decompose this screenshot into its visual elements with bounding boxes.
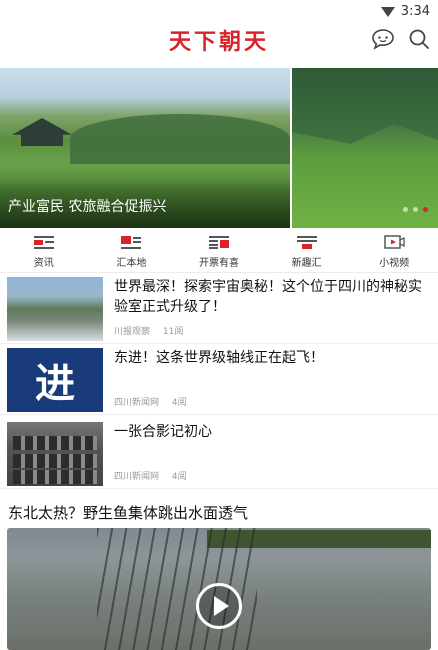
video-title[interactable]: 东北太热？野生鱼集体跳出水面透气: [8, 502, 248, 523]
nav-item-video[interactable]: 小视频: [350, 229, 438, 272]
banner-slide-next[interactable]: [292, 68, 438, 228]
wifi-icon: [380, 7, 395, 17]
video-player[interactable]: [7, 528, 431, 650]
app-header: 天下朝天: [0, 22, 438, 68]
status-bar: 3:34: [0, 0, 438, 22]
article-source: 四川新闻网: [114, 398, 160, 408]
nav-item-news[interactable]: 资讯: [0, 229, 88, 272]
article-views: 11阅: [162, 327, 184, 337]
article-item[interactable]: 进 东进！这条世界级轴线正在起飞！ 四川新闻网 4阅: [0, 345, 438, 415]
nav-label: 汇本地: [116, 258, 147, 269]
banner-forest-image: [292, 68, 438, 144]
article-source: 四川新闻网: [114, 472, 160, 482]
article-views: 4阅: [171, 398, 187, 408]
chat-bubble-icon[interactable]: [370, 26, 396, 52]
article-item[interactable]: 世界最深！探索宇宙奥秘！这个位于四川的神秘实验室正式升级了！ 川报观察 11阅: [0, 274, 438, 344]
banner-pavilion-image: [12, 118, 72, 146]
article-meta: 四川新闻网 4阅: [114, 395, 197, 408]
banner-slide-current[interactable]: 产业富民 农旅融合促振兴: [0, 68, 290, 228]
article-title: 东进！这条世界级轴线正在起飞！: [114, 350, 324, 366]
article-title: 世界最深！探索宇宙奥秘！这个位于四川的神秘实验室正式升级了！: [114, 279, 422, 315]
carousel-dot: [413, 207, 418, 212]
banner-hill-image: [70, 114, 290, 164]
news-icon: [33, 235, 55, 250]
search-icon[interactable]: [406, 26, 432, 52]
article-item[interactable]: 一张合影记初心 四川新闻网 4阅: [0, 419, 438, 489]
article-thumbnail: [7, 422, 103, 486]
nav-item-local[interactable]: 汇本地: [88, 229, 176, 272]
nav-label: 开票有喜: [198, 258, 239, 269]
nav-item-ticket[interactable]: 开票有喜: [175, 229, 263, 272]
ticket-icon: [208, 235, 230, 250]
article-thumbnail: 进: [7, 348, 103, 412]
carousel-dots: [403, 207, 428, 212]
nav-label: 资讯: [33, 258, 54, 269]
nav-label: 新趣汇: [291, 258, 322, 269]
carousel-dot: [403, 207, 408, 212]
nav-label: 小视频: [379, 258, 410, 269]
article-meta: 四川新闻网 4阅: [114, 469, 197, 482]
local-icon: [120, 235, 142, 250]
carousel-dot-active: [423, 207, 428, 212]
article-source: 川报观察: [114, 327, 151, 337]
article-meta: 川报观察 11阅: [114, 324, 193, 337]
video-icon: [383, 235, 405, 250]
fun-icon: [296, 235, 318, 250]
article-title: 一张合影记初心: [114, 424, 212, 440]
article-views: 4阅: [171, 472, 187, 482]
article-thumbnail: [7, 277, 103, 341]
category-nav: 资讯 汇本地 开票有喜 新趣汇 小视频: [0, 229, 438, 273]
thumbnail-text: 进: [35, 360, 75, 407]
nav-item-fun[interactable]: 新趣汇: [263, 229, 351, 272]
play-icon: [213, 596, 229, 616]
banner-carousel[interactable]: 产业富民 农旅融合促振兴: [0, 68, 438, 228]
play-button[interactable]: [196, 583, 242, 629]
status-time: 3:34: [400, 3, 430, 19]
banner-caption: 产业富民 农旅融合促振兴: [8, 199, 167, 215]
